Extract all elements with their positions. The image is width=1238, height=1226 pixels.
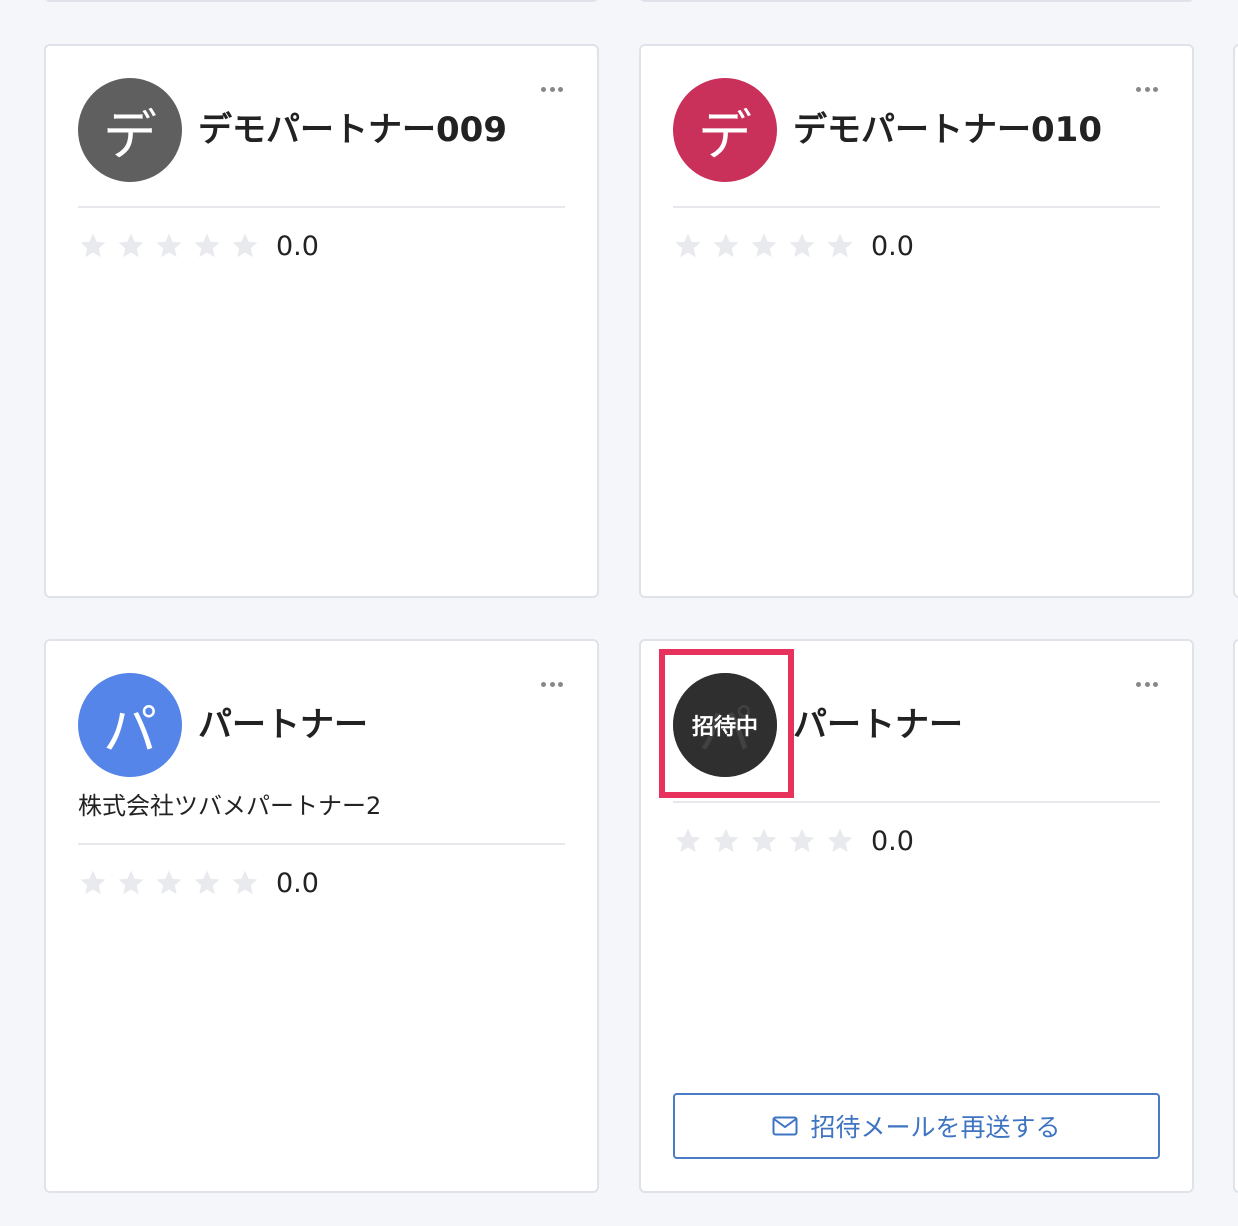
divider (78, 206, 565, 208)
avatar: パ (78, 673, 182, 777)
avatar-initial: デ (698, 103, 752, 167)
mail-icon (772, 1116, 798, 1136)
rating: 0.0 (78, 863, 319, 903)
more-horizontal-icon-dot (1144, 86, 1150, 92)
star-icon (80, 870, 106, 895)
more-horizontal-icon-dot (1144, 681, 1150, 687)
partner-card[interactable]: パ 招待中 パートナー 0.0 招待メールを再送する (639, 639, 1194, 1193)
more-options-button[interactable] (1136, 84, 1158, 94)
partner-card-partial-right-2 (1233, 639, 1238, 1193)
partner-card[interactable]: パ パートナー 株式会社ツバメパートナー2 0.0 (44, 639, 599, 1193)
star-icon (232, 870, 258, 895)
star-icon (789, 828, 815, 853)
divider (673, 801, 1160, 803)
rating-score: 0.0 (871, 230, 914, 262)
star-icon (713, 233, 739, 258)
star-rating (78, 231, 268, 261)
star-rating (78, 868, 268, 898)
more-horizontal-icon-dot (1136, 681, 1141, 687)
more-horizontal-icon-dot (549, 681, 555, 687)
more-horizontal-icon-dot (1153, 86, 1158, 92)
partner-card-partial-right-1 (1233, 44, 1238, 598)
star-icon (675, 828, 701, 853)
star-icon (118, 870, 144, 895)
more-options-button[interactable] (541, 679, 563, 689)
more-horizontal-icon-dot (541, 86, 546, 92)
avatar-initial: パ (103, 698, 157, 762)
star-icon (156, 870, 182, 895)
company-name: 株式会社ツバメパートナー2 (78, 792, 382, 820)
partner-card-partial-top-left (44, 0, 599, 2)
more-horizontal-icon-dot (541, 681, 546, 687)
rating-score: 0.0 (276, 867, 319, 899)
rating: 0.0 (673, 226, 914, 266)
star-icon (118, 233, 144, 258)
avatar: デ (78, 78, 182, 182)
partner-card-partial-top-right (639, 0, 1194, 2)
star-icon (713, 828, 739, 853)
star-icon (80, 233, 106, 258)
star-icon (675, 233, 701, 258)
rating: 0.0 (673, 821, 914, 861)
more-options-button[interactable] (1136, 679, 1158, 689)
rating-score: 0.0 (276, 230, 319, 262)
divider (673, 206, 1160, 208)
avatar: デ (673, 78, 777, 182)
rating: 0.0 (78, 226, 319, 266)
more-horizontal-icon-dot (1136, 86, 1141, 92)
partner-card[interactable]: デ デモパートナー009 0.0 (44, 44, 599, 598)
star-icon (789, 233, 815, 258)
divider (78, 843, 565, 845)
more-horizontal-icon-dot (558, 86, 563, 92)
star-icon (827, 233, 853, 258)
partner-name: デモパートナー009 (198, 110, 507, 150)
more-horizontal-icon-dot (558, 681, 563, 687)
partner-name: デモパートナー010 (793, 110, 1102, 150)
highlight-box (659, 649, 794, 798)
partner-name: パートナー (198, 705, 368, 745)
resend-invite-label: 招待メールを再送する (810, 1113, 1061, 1142)
more-horizontal-icon-dot (1153, 681, 1158, 687)
star-icon (751, 233, 777, 258)
star-icon (194, 870, 220, 895)
resend-invite-button[interactable]: 招待メールを再送する (673, 1093, 1160, 1159)
more-horizontal-icon-dot (549, 86, 555, 92)
star-icon (827, 828, 853, 853)
star-icon (751, 828, 777, 853)
rating-score: 0.0 (871, 825, 914, 857)
more-options-button[interactable] (541, 84, 563, 94)
star-icon (232, 233, 258, 258)
partner-name: パートナー (793, 705, 963, 745)
avatar-initial: デ (103, 103, 157, 167)
star-icon (194, 233, 220, 258)
star-rating (673, 231, 863, 261)
star-icon (156, 233, 182, 258)
star-rating (673, 826, 863, 856)
partner-card[interactable]: デ デモパートナー010 0.0 (639, 44, 1194, 598)
